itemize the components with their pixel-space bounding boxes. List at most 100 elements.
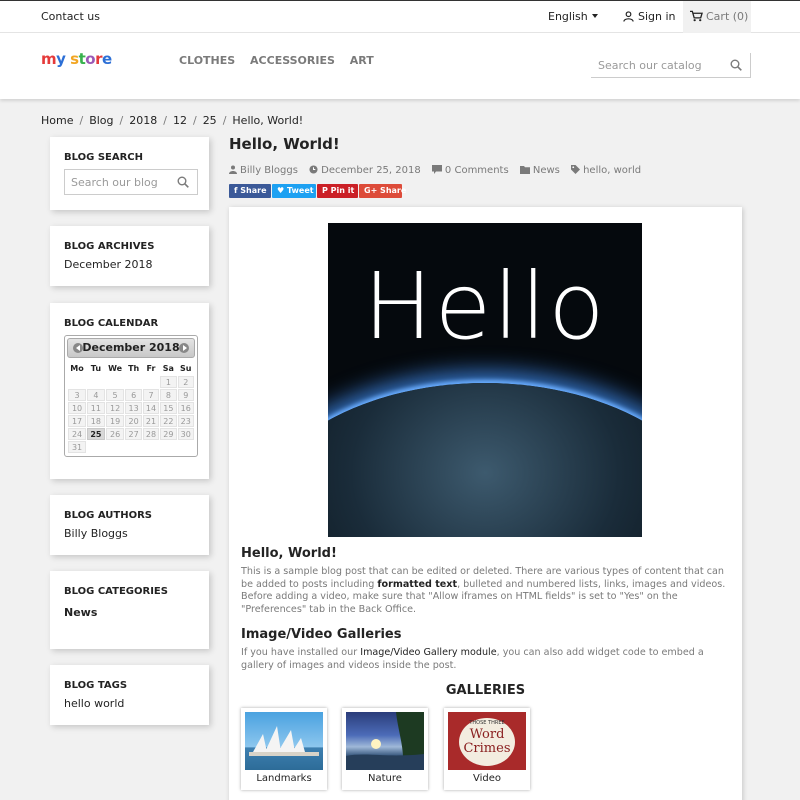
post-category[interactable]: News — [519, 165, 560, 176]
calendar-day: 18 — [87, 415, 105, 427]
calendar-weekday: Sa — [162, 363, 174, 373]
calendar-empty-cell — [143, 441, 159, 453]
google-share-button[interactable]: G+ Share — [359, 184, 406, 198]
post-date-text: December 25, 2018 — [321, 165, 421, 176]
post-content: Hello Hello, World! This is a sample blo… — [229, 207, 742, 800]
cart-button[interactable]: Cart (0) — [683, 1, 751, 33]
calendar-weekday: Fr — [146, 363, 156, 373]
cart-label: Cart (0) — [706, 10, 749, 23]
blog-search-input[interactable]: Search our blog — [64, 169, 198, 195]
calendar-grid: Mo Tu We Th Fr Sa Su 1 2 3 4 5 6 7 8 9 10 11 12 13 14 15 16 17… — [67, 360, 195, 454]
sign-in-link[interactable]: Sign in — [623, 10, 676, 23]
blog-categories-title: BLOG CATEGORIES — [64, 586, 168, 597]
folder-icon — [519, 166, 530, 174]
gallery-module-link[interactable]: Image/Video Gallery module — [360, 647, 496, 658]
sign-in-label: Sign in — [638, 10, 676, 23]
content-paragraph: This is a sample blog post that can be e… — [241, 566, 726, 615]
gallery-label: Landmarks — [256, 773, 312, 784]
author-item[interactable]: Billy Bloggs — [64, 527, 195, 540]
breadcrumb-month[interactable]: 12 — [173, 114, 187, 127]
category-item[interactable]: News — [64, 606, 195, 619]
calendar-empty-cell — [106, 441, 125, 453]
archive-item[interactable]: December 2018 — [64, 258, 195, 271]
pinterest-pin-button[interactable]: P Pin it — [317, 184, 358, 198]
post-author[interactable]: Billy Bloggs — [229, 165, 298, 176]
calendar-day: 16 — [177, 402, 194, 414]
language-label: English — [548, 10, 588, 23]
hero-image: Hello — [328, 223, 642, 537]
gallery-video[interactable]: THOSE THREE Word Crimes Video — [444, 708, 530, 790]
calendar-day: 29 — [160, 428, 177, 440]
calendar-day: 23 — [177, 415, 194, 427]
menu-item-clothes[interactable]: CLOTHES — [179, 54, 235, 67]
gallery-landmarks[interactable]: Landmarks — [241, 708, 327, 790]
earth-horizon — [328, 383, 642, 537]
calendar-day: 5 — [105, 389, 125, 401]
calendar-empty-cell — [178, 441, 194, 453]
calendar-day: 21 — [142, 415, 160, 427]
breadcrumb-day[interactable]: 25 — [203, 114, 217, 127]
gallery-nature[interactable]: Nature — [342, 708, 428, 790]
calendar-weekday: We — [108, 363, 123, 373]
post-tags[interactable]: hello, world — [571, 165, 641, 176]
calendar-day: 15 — [160, 402, 177, 414]
blog-authors-block: BLOG AUTHORS Billy Bloggs — [50, 495, 209, 555]
contact-us-link[interactable]: Contact us — [41, 10, 100, 23]
blog-search-block: BLOG SEARCH Search our blog — [50, 137, 209, 210]
calendar-day: 22 — [160, 415, 177, 427]
breadcrumb-current: Hello, World! — [232, 114, 304, 127]
calendar-day: 6 — [125, 389, 142, 401]
calendar-weekday: Tu — [90, 363, 102, 373]
menu-item-accessories[interactable]: ACCESSORIES — [250, 54, 335, 67]
calendar-day: 17 — [68, 415, 87, 427]
calendar-empty-cell — [87, 376, 105, 388]
clock-icon — [309, 165, 318, 174]
tag-item[interactable]: hello world — [64, 697, 195, 710]
calendar-day: 10 — [68, 402, 87, 414]
calendar-day: 28 — [142, 428, 160, 440]
calendar-day: 27 — [125, 428, 142, 440]
svg-text:THOSE THREE: THOSE THREE — [468, 720, 504, 726]
blog-archives-block: BLOG ARCHIVES December 2018 — [50, 226, 209, 286]
post-title: Hello, World! — [229, 135, 340, 153]
prev-month-icon[interactable] — [73, 343, 83, 353]
calendar-day[interactable]: 25 — [87, 428, 105, 440]
search-icon[interactable] — [177, 176, 189, 188]
blog-categories-block: BLOG CATEGORIES News — [50, 571, 209, 649]
post-comments[interactable]: 0 Comments — [431, 165, 509, 176]
calendar-empty-cell — [143, 376, 159, 388]
calendar-day: 19 — [105, 415, 125, 427]
store-logo[interactable]: my store — [41, 50, 112, 68]
main-menu: CLOTHES ACCESSORIES ART — [179, 54, 385, 67]
menu-item-art[interactable]: ART — [350, 54, 374, 67]
calendar-day: 14 — [142, 402, 160, 414]
post-date: December 25, 2018 — [309, 165, 421, 176]
post-meta: Billy Bloggs December 25, 2018 0 Comment… — [229, 165, 649, 176]
calendar-day: 20 — [125, 415, 142, 427]
top-nav: Contact us English Sign in Cart (0) — [0, 0, 800, 33]
content-heading: Hello, World! — [241, 546, 337, 561]
twitter-tweet-button[interactable]: ♥ Tweet — [272, 184, 316, 198]
calendar-day: 7 — [142, 389, 160, 401]
breadcrumb-year[interactable]: 2018 — [129, 114, 157, 127]
search-icon[interactable] — [730, 59, 742, 71]
calendar-weekday: Su — [180, 363, 192, 373]
next-month-icon[interactable] — [179, 343, 189, 353]
user-icon — [623, 11, 634, 22]
breadcrumb-blog[interactable]: Blog — [89, 114, 113, 127]
catalog-search-input[interactable]: Search our catalog — [591, 53, 751, 78]
calendar-empty-cell — [87, 441, 105, 453]
language-selector[interactable]: English — [548, 10, 598, 23]
calendar-empty-cell — [160, 441, 176, 453]
facebook-share-button[interactable]: f Share — [229, 184, 271, 198]
post-comments-count: 0 Comments — [444, 165, 509, 176]
breadcrumb-home[interactable]: Home — [41, 114, 73, 127]
post-tags-text: hello, world — [583, 165, 642, 176]
calendar-widget: December 2018 Mo Tu We Th Fr Sa Su 1 2 3 4 5 6 7 8 9 10… — [64, 335, 198, 457]
comment-icon — [431, 165, 442, 174]
gallery-label: Nature — [368, 773, 402, 784]
calendar-day: 24 — [68, 428, 87, 440]
calendar-empty-cell — [125, 376, 141, 388]
calendar-day: 13 — [125, 402, 142, 414]
breadcrumb: Home / Blog/2018/12/25/Hello, World! — [41, 114, 304, 127]
